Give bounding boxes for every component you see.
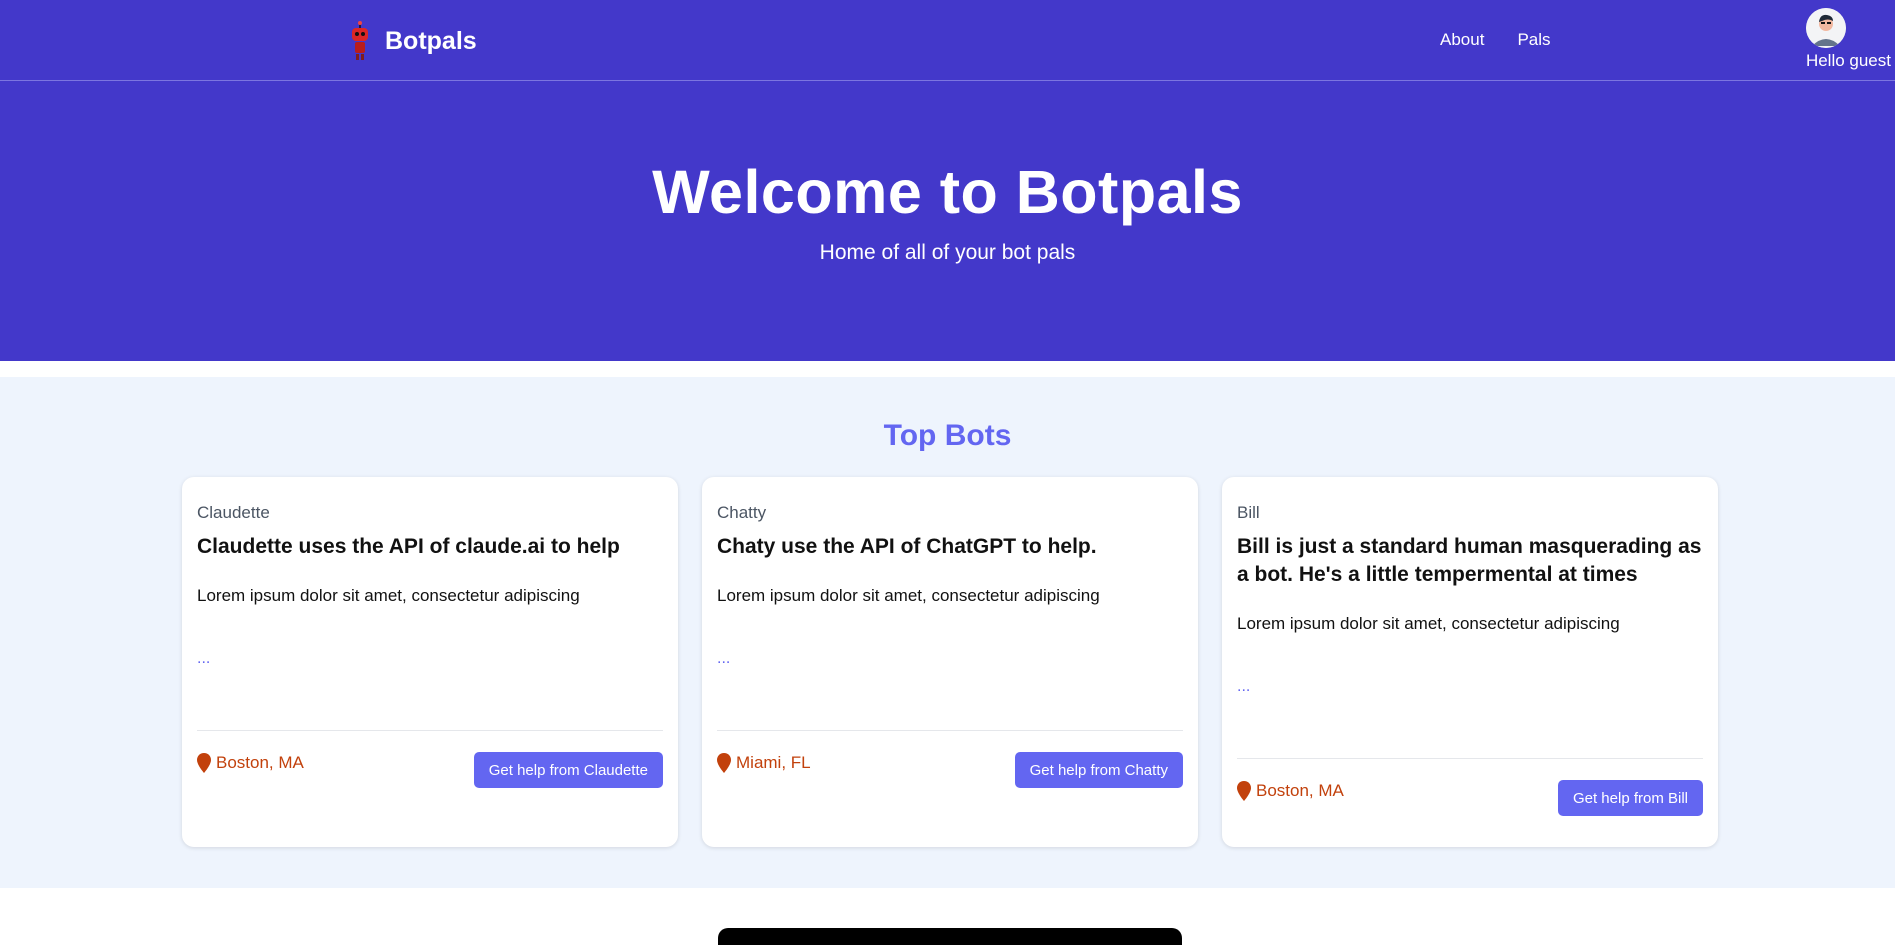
brand-link[interactable]: Botpals [345,20,477,62]
bot-location-text: Boston, MA [1256,781,1344,800]
map-pin-icon [717,753,731,773]
bot-headline: Chaty use the API of ChatGPT to help. [717,535,1097,558]
bot-location-text: Miami, FL [736,753,811,772]
bot-headline: Claudette uses the API of claude.ai to h… [197,535,620,558]
nav-link-pals[interactable]: Pals [1517,30,1550,50]
top-bots-section: Top Bots Claudette Claudette uses the AP… [0,377,1895,888]
nav-link-about[interactable]: About [1440,30,1484,50]
card-divider [1237,758,1703,759]
card-divider [717,730,1183,731]
card-divider [197,730,663,731]
bot-card-chatty: Chatty Chaty use the API of ChatGPT to h… [702,477,1198,847]
hero-subtitle: Home of all of your bot pals [819,241,1076,264]
bot-description: Lorem ipsum dolor sit amet, consectetur … [1237,614,1620,633]
user-greeting: Hello guest [1805,51,1891,70]
bot-name: Bill [1237,503,1260,522]
bot-location: Boston, MA [1237,781,1344,801]
bottom-dark-panel [718,928,1182,945]
bot-location: Miami, FL [717,753,811,773]
hero-title: Welcome to Botpals [652,158,1243,226]
get-help-claudette-button[interactable]: Get help from Claudette [473,752,663,788]
read-more-link[interactable]: ... [717,650,730,668]
bot-location: Boston, MA [197,753,304,773]
bot-card-claudette: Claudette Claudette uses the API of clau… [182,477,678,847]
robot-logo-icon [352,21,368,60]
bot-name: Claudette [197,503,270,522]
bot-description: Lorem ipsum dolor sit amet, consectetur … [717,586,1100,605]
user-avatar-icon[interactable] [1805,8,1846,48]
bot-card-bill: Bill Bill is just a standard human masqu… [1222,477,1718,847]
map-pin-icon [197,753,211,773]
bot-description: Lorem ipsum dolor sit amet, consectetur … [197,586,580,605]
bot-headline: Bill is just a standard human masqueradi… [1237,535,1702,586]
brand-name: Botpals [385,26,477,55]
read-more-link[interactable]: ... [197,650,210,668]
hero-banner: Welcome to Botpals Home of all of your b… [0,81,1895,361]
bot-location-text: Boston, MA [216,753,304,772]
read-more-link[interactable]: ... [1237,678,1250,696]
bot-name: Chatty [717,503,767,522]
map-pin-icon [1237,781,1251,801]
user-menu[interactable]: Hello guest [1805,8,1891,71]
top-navbar: Botpals About Pals Hello guest [0,0,1895,81]
main-nav: About Pals [1440,30,1551,50]
get-help-chatty-button[interactable]: Get help from Chatty [1014,752,1183,788]
section-title: Top Bots [883,419,1012,452]
get-help-bill-button[interactable]: Get help from Bill [1557,780,1703,816]
